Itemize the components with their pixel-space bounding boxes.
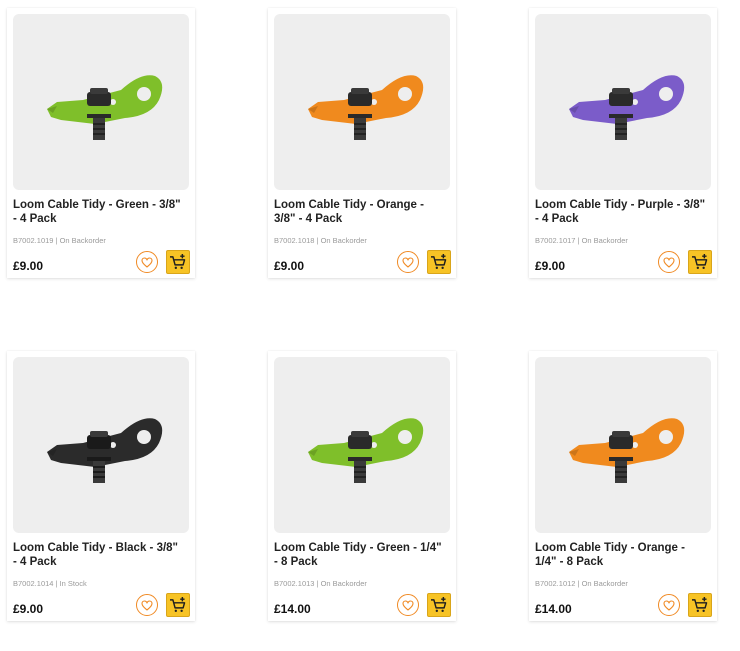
product-availability: On Backorder [581,579,628,588]
product-price: £9.00 [274,259,305,273]
heart-icon [141,599,153,611]
heart-icon [141,256,153,268]
product-image[interactable] [13,14,189,190]
product-sku: B7002.1017 [535,236,576,245]
cable-tidy-image [569,418,685,483]
heart-icon [663,599,675,611]
add-to-cart-button[interactable] [427,593,451,617]
product-availability: On Backorder [320,579,367,588]
product-title[interactable]: Loom Cable Tidy - Orange - 3/8" - 4 Pack [274,198,454,226]
product-availability: On Backorder [581,236,628,245]
cable-tidy-image [47,418,163,483]
cable-tidy-image [308,75,424,140]
cart-plus-icon [170,254,186,269]
product-image[interactable] [535,357,711,533]
product-meta: B7002.1014 | In Stock [13,579,87,588]
product-title[interactable]: Loom Cable Tidy - Green - 1/4" - 8 Pack [274,541,454,569]
add-to-wishlist-button[interactable] [658,251,680,273]
cart-plus-icon [692,597,708,612]
product-title[interactable]: Loom Cable Tidy - Green - 3/8" - 4 Pack [13,198,193,226]
add-to-cart-button[interactable] [427,250,451,274]
cart-plus-icon [431,254,447,269]
product-title[interactable]: Loom Cable Tidy - Purple - 3/8" - 4 Pack [535,198,715,226]
product-image[interactable] [274,357,450,533]
product-sku: B7002.1012 [535,579,576,588]
cart-plus-icon [431,597,447,612]
product-availability: On Backorder [59,236,106,245]
add-to-wishlist-button[interactable] [136,594,158,616]
add-to-wishlist-button[interactable] [397,594,419,616]
product-price: £14.00 [274,602,311,616]
product-image[interactable] [535,14,711,190]
product-image[interactable] [274,14,450,190]
product-price: £9.00 [13,259,44,273]
product-card[interactable]: Loom Cable Tidy - Orange - 3/8" - 4 Pack… [268,8,456,278]
product-availability: In Stock [59,579,87,588]
heart-icon [402,599,414,611]
cable-tidy-image [569,75,685,140]
cable-tidy-image [47,75,163,140]
add-to-wishlist-button[interactable] [136,251,158,273]
add-to-wishlist-button[interactable] [397,251,419,273]
product-meta: B7002.1012 | On Backorder [535,579,628,588]
product-sku: B7002.1014 [13,579,54,588]
heart-icon [402,256,414,268]
product-meta: B7002.1018 | On Backorder [274,236,367,245]
cart-plus-icon [692,254,708,269]
product-card[interactable]: Loom Cable Tidy - Green - 1/4" - 8 Pack … [268,351,456,621]
product-price: £9.00 [535,259,566,273]
product-sku: B7002.1013 [274,579,315,588]
product-meta: B7002.1019 | On Backorder [13,236,106,245]
cart-plus-icon [170,597,186,612]
product-meta: B7002.1013 | On Backorder [274,579,367,588]
cable-tidy-image [308,418,424,483]
add-to-cart-button[interactable] [688,593,712,617]
product-image[interactable] [13,357,189,533]
add-to-wishlist-button[interactable] [658,594,680,616]
product-card[interactable]: Loom Cable Tidy - Purple - 3/8" - 4 Pack… [529,8,717,278]
add-to-cart-button[interactable] [166,250,190,274]
product-card[interactable]: Loom Cable Tidy - Orange - 1/4" - 8 Pack… [529,351,717,621]
product-card[interactable]: Loom Cable Tidy - Green - 3/8" - 4 Pack … [7,8,195,278]
product-availability: On Backorder [320,236,367,245]
product-sku: B7002.1019 [13,236,54,245]
product-meta: B7002.1017 | On Backorder [535,236,628,245]
product-title[interactable]: Loom Cable Tidy - Orange - 1/4" - 8 Pack [535,541,715,569]
heart-icon [663,256,675,268]
product-sku: B7002.1018 [274,236,315,245]
add-to-cart-button[interactable] [688,250,712,274]
product-price: £9.00 [13,602,44,616]
product-title[interactable]: Loom Cable Tidy - Black - 3/8" - 4 Pack [13,541,193,569]
add-to-cart-button[interactable] [166,593,190,617]
product-price: £14.00 [535,602,572,616]
product-card[interactable]: Loom Cable Tidy - Black - 3/8" - 4 Pack … [7,351,195,621]
